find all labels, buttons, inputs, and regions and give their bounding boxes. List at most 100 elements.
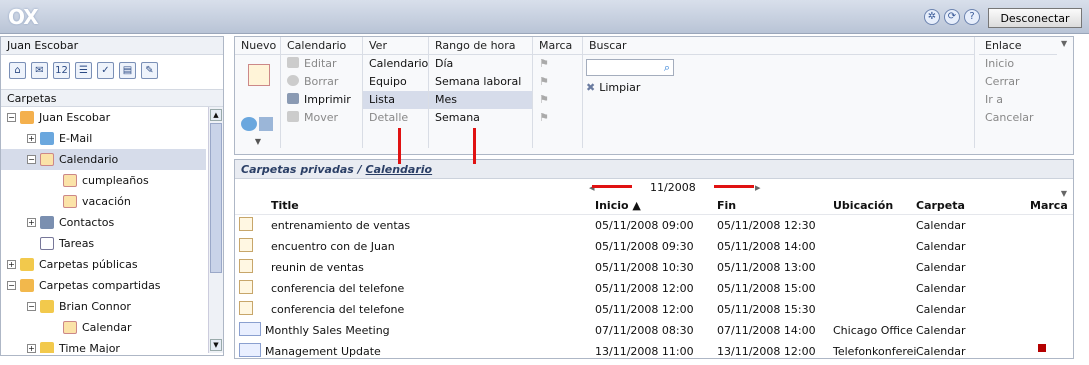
tree-node-email[interactable]: + E-Mail — [1, 128, 206, 149]
tree-scrollbar[interactable]: ▲ ▼ — [208, 107, 223, 353]
view-team[interactable]: Equipo — [363, 73, 428, 91]
col-folder[interactable]: Carpeta — [916, 199, 965, 212]
tree-node-calendar[interactable]: − Calendario — [1, 149, 206, 170]
range-day[interactable]: Día — [429, 55, 532, 73]
scroll-up-icon[interactable]: ▲ — [210, 109, 222, 121]
tree-node-label: Calendario — [59, 153, 119, 166]
move-icon — [287, 111, 299, 122]
flag-icon[interactable] — [1038, 344, 1046, 352]
time-range-heading: Rango de hora — [429, 37, 532, 55]
link-close[interactable]: Cerrar — [979, 73, 1057, 91]
new-appointment-icon[interactable] — [248, 64, 270, 86]
col-flag[interactable]: Marca — [1030, 199, 1068, 212]
tree-node-tasks[interactable]: Tareas — [1, 233, 206, 254]
flag-icon[interactable]: ⚑ — [533, 55, 582, 73]
move-button[interactable]: Mover — [281, 109, 362, 127]
col-location[interactable]: Ubicación — [833, 199, 893, 212]
expand-icon[interactable]: + — [27, 134, 36, 143]
tree-node-brian[interactable]: − Brian Connor — [1, 296, 206, 317]
tree-node-time[interactable]: + Time Major — [1, 338, 206, 353]
time-range-group: Rango de hora Día Semana laboral Mes Sem… — [429, 37, 533, 148]
view-detail[interactable]: Detalle — [363, 109, 428, 127]
search-icon[interactable]: ⌕ — [664, 61, 670, 75]
collapse-icon[interactable]: − — [7, 281, 16, 290]
link-goto[interactable]: Ir a — [979, 91, 1057, 109]
collapse-ribbon-icon[interactable]: ▼ — [1061, 39, 1067, 48]
flag-icon[interactable]: ⚑ — [533, 73, 582, 91]
gear-icon[interactable]: ✲ — [924, 9, 940, 25]
scroll-down-icon[interactable]: ▼ — [210, 339, 222, 351]
table-row[interactable]: Monthly Sales Meeting 07/11/2008 08:30 07/… — [235, 320, 1073, 341]
tree-node-public[interactable]: + Carpetas públicas — [1, 254, 206, 275]
edit-button[interactable]: Editar — [281, 55, 362, 73]
contacts-icon[interactable]: ☰ — [75, 62, 92, 79]
collapse-icon[interactable]: − — [27, 155, 36, 164]
range-workweek[interactable]: Semana laboral — [429, 73, 532, 91]
expand-icon[interactable]: + — [7, 260, 16, 269]
breadcrumb-calendar-link[interactable]: Calendario — [366, 163, 433, 176]
expand-icon[interactable]: + — [27, 218, 36, 227]
expand-icon[interactable]: + — [27, 344, 36, 353]
range-week[interactable]: Semana — [429, 109, 532, 127]
cell-folder: Calendar — [916, 324, 966, 337]
delete-label: Borrar — [304, 75, 339, 88]
reminder-icon[interactable] — [241, 117, 257, 131]
view-group: Ver Calendario Equipo Lista Detalle — [363, 37, 429, 148]
home-icon[interactable]: ⌂ — [9, 62, 26, 79]
folder-sidebar: Juan Escobar ⌂ ✉ 12 ☰ ✓ ▤ ✎ Carpetas − Ju… — [0, 36, 224, 356]
cell-title: entrenamiento de ventas — [271, 219, 411, 232]
cell-start: 05/11/2008 09:30 — [595, 240, 694, 253]
next-month-icon[interactable]: ▸ — [755, 181, 761, 194]
link-start[interactable]: Inicio — [979, 55, 1057, 73]
settings-icon[interactable]: ✎ — [141, 62, 158, 79]
expand-ribbon-icon[interactable]: ▼ — [235, 137, 281, 147]
logout-button[interactable]: Desconectar — [988, 8, 1082, 28]
table-row[interactable]: Management Update 13/11/2008 11:00 13/11/2… — [235, 341, 1073, 362]
tree-node-user[interactable]: − Juan Escobar — [1, 107, 206, 128]
scroll-thumb[interactable] — [210, 123, 222, 273]
tree-node-brian-calendar[interactable]: Calendar — [1, 317, 206, 338]
view-list[interactable]: Lista — [363, 91, 428, 109]
flag-icon[interactable]: ⚑ — [533, 109, 582, 127]
print-button[interactable]: Imprimir — [281, 91, 362, 109]
col-title[interactable]: Title — [271, 199, 299, 212]
collapse-icon[interactable]: − — [7, 113, 16, 122]
delete-button[interactable]: Borrar — [281, 73, 362, 91]
cell-end: 05/11/2008 14:00 — [717, 240, 816, 253]
collapse-icon[interactable]: − — [27, 302, 36, 311]
table-row[interactable]: conferencia del telefone 05/11/2008 12:00… — [235, 299, 1073, 320]
col-end[interactable]: Fin — [717, 199, 736, 212]
search-input[interactable]: ⌕ — [586, 59, 674, 76]
col-start[interactable]: Inicio ▲ — [595, 199, 641, 212]
top-icons: ✲ ⟳ ? — [924, 9, 980, 25]
cell-title: conferencia del telefone — [271, 303, 405, 316]
cell-folder: Calendar — [916, 345, 966, 358]
table-row[interactable]: reunin de ventas 05/11/2008 10:30 05/11/20… — [235, 257, 1073, 278]
tree-node-vacation[interactable]: vacación — [1, 191, 206, 212]
refresh-icon[interactable]: ⟳ — [944, 9, 960, 25]
link-cancel[interactable]: Cancelar — [979, 109, 1057, 127]
new-heading[interactable]: Nuevo — [235, 37, 280, 55]
flag-icon[interactable]: ⚑ — [533, 91, 582, 109]
flag-heading: Marca — [533, 37, 582, 55]
infostore-icon[interactable]: ▤ — [119, 62, 136, 79]
participants-icon[interactable] — [259, 117, 273, 131]
cell-folder: Calendar — [916, 261, 966, 274]
tasks-icon[interactable]: ✓ — [97, 62, 114, 79]
tree-node-birthdays[interactable]: cumpleaños — [1, 170, 206, 191]
view-calendar[interactable]: Calendario — [363, 55, 428, 73]
tree-node-contacts[interactable]: + Contactos — [1, 212, 206, 233]
help-icon[interactable]: ? — [964, 9, 980, 25]
table-row[interactable]: conferencia del telefone 05/11/2008 12:00… — [235, 278, 1073, 299]
tree-node-label: Time Major — [59, 342, 120, 353]
table-row[interactable]: encuentro con de Juan 05/11/2008 09:30 05/… — [235, 236, 1073, 257]
tree-node-shared[interactable]: − Carpetas compartidas — [1, 275, 206, 296]
calendar-group-heading: Calendario — [281, 37, 362, 55]
table-row[interactable]: entrenamiento de ventas 05/11/2008 09:00 0… — [235, 215, 1073, 236]
mail-icon[interactable]: ✉ — [31, 62, 48, 79]
range-month[interactable]: Mes — [429, 91, 532, 109]
clear-label: Limpiar — [599, 81, 641, 94]
clear-button[interactable]: ✖ Limpiar — [586, 81, 640, 94]
calendar-icon[interactable]: 12 — [53, 62, 70, 79]
group-appointment-icon — [239, 343, 261, 357]
